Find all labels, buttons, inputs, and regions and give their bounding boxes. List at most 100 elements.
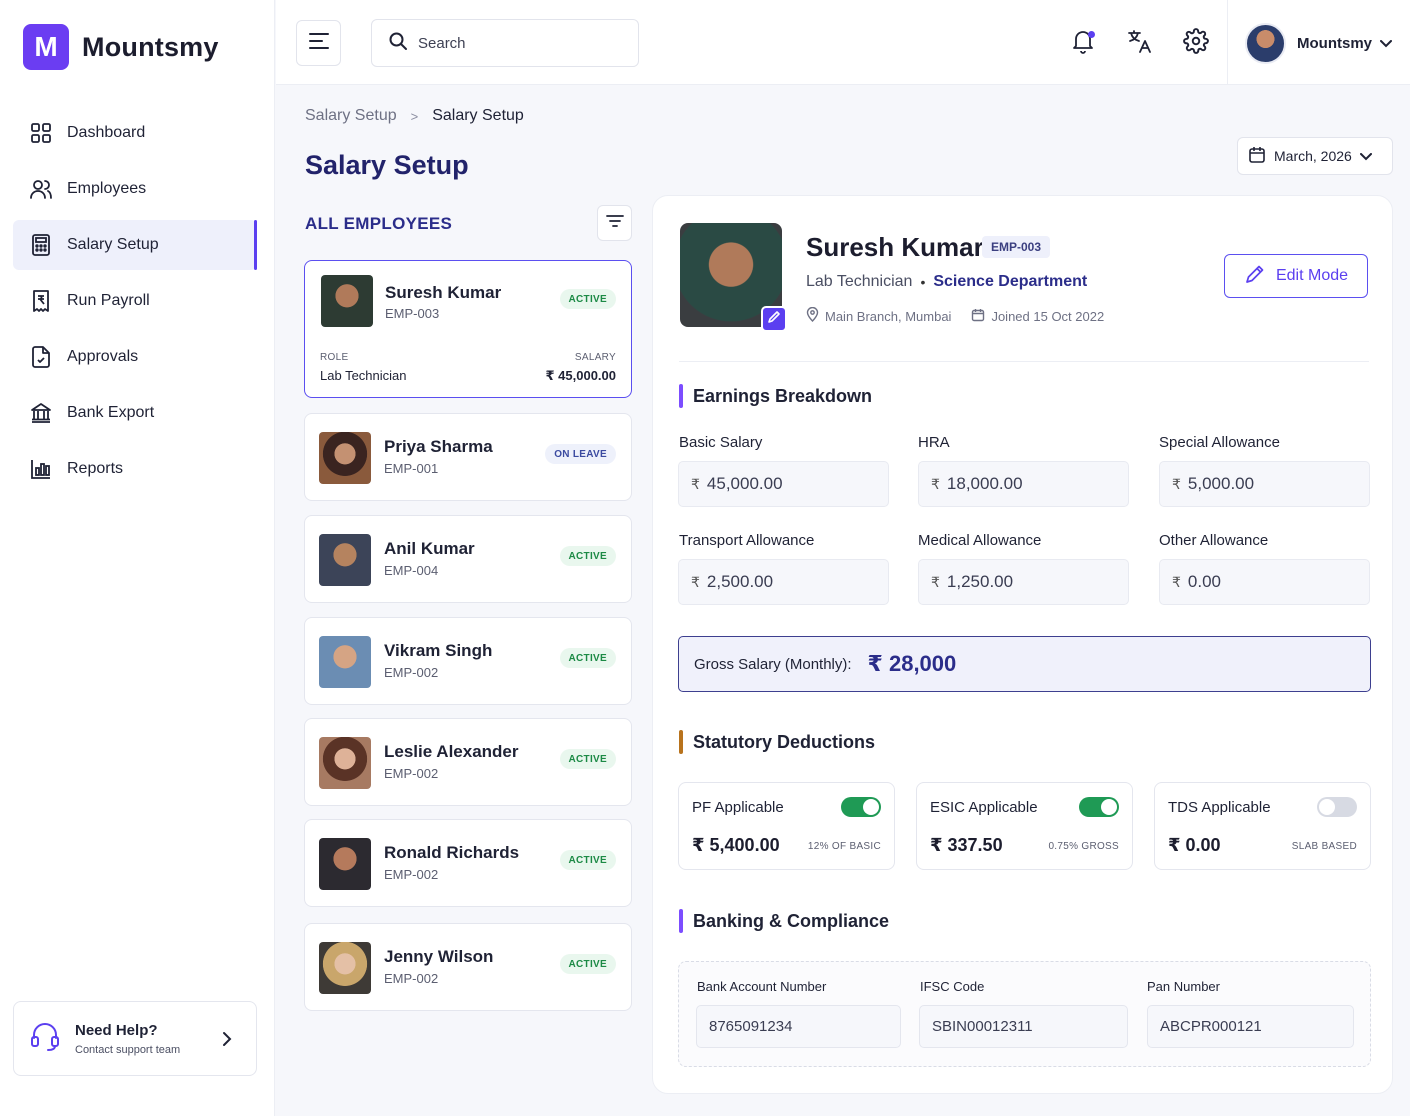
role-separator: • <box>920 274 926 290</box>
transport-allowance-label: Transport Allowance <box>679 532 815 549</box>
settings-button[interactable] <box>1183 27 1209 56</box>
employee-card[interactable]: Jenny Wilson EMP-002 ACTIVE <box>304 923 632 1011</box>
gross-salary-box: Gross Salary (Monthly): ₹ 28,000 <box>678 636 1371 692</box>
breadcrumb-parent[interactable]: Salary Setup <box>305 107 397 125</box>
deductions-section-title: Statutory Deductions <box>679 730 875 754</box>
users-icon <box>29 177 53 201</box>
medical-allowance-label: Medical Allowance <box>918 532 1042 549</box>
pf-toggle[interactable] <box>841 797 881 817</box>
month-picker[interactable]: March, 2026 <box>1237 137 1393 175</box>
help-card[interactable]: Need Help? Contact support team <box>13 1001 257 1076</box>
receipt-icon <box>29 289 53 313</box>
grid-icon <box>29 121 53 145</box>
other-allowance-field[interactable]: ₹0.00 <box>1159 559 1370 605</box>
employee-id: EMP-003 <box>385 306 440 321</box>
ifsc-field[interactable]: SBIN00012311 <box>919 1005 1128 1048</box>
basic-salary-field[interactable]: ₹45,000.00 <box>678 461 889 507</box>
employee-name: Leslie Alexander <box>384 742 519 761</box>
employee-card[interactable]: Leslie Alexander EMP-002 ACTIVE <box>304 718 632 806</box>
employee-card[interactable]: Anil Kumar EMP-004 ACTIVE <box>304 515 632 603</box>
brand[interactable]: M Mountsmy <box>23 24 219 70</box>
sidebar: M Mountsmy Dashboard Employees Salary Se… <box>0 0 275 1116</box>
tds-amount: ₹ 0.00 <box>1168 835 1221 855</box>
pencil-icon <box>767 310 781 329</box>
employee-card-selected[interactable]: Suresh Kumar EMP-003 ACTIVE ROLE Lab Tec… <box>304 260 632 398</box>
bar-chart-icon <box>29 457 53 481</box>
role-label: ROLE <box>320 352 349 363</box>
rupee-symbol: ₹ <box>1172 475 1181 492</box>
gross-salary-value: ₹ 28,000 <box>867 651 957 676</box>
employee-name: Ronald Richards <box>384 843 520 862</box>
search-icon <box>388 31 408 56</box>
sidebar-item-reports[interactable]: Reports <box>13 444 257 494</box>
menu-icon <box>308 32 330 55</box>
detail-emp-id-badge: EMP-003 <box>982 236 1051 258</box>
search-box[interactable] <box>371 19 639 67</box>
esic-amount: ₹ 337.50 <box>930 835 1003 855</box>
other-allowance-value: 0.00 <box>1187 572 1222 591</box>
basic-salary-label: Basic Salary <box>679 434 763 451</box>
medical-allowance-field[interactable]: ₹1,250.00 <box>918 559 1129 605</box>
status-badge: ACTIVE <box>559 546 616 566</box>
tds-card: TDS Applicable ₹ 0.00 SLAB BASED <box>1154 782 1371 870</box>
employee-detail-panel: Suresh Kumar EMP-003 Lab Technician • Sc… <box>652 195 1393 1094</box>
rupee-symbol: ₹ <box>931 475 940 492</box>
employee-card[interactable]: Vikram Singh EMP-002 ACTIVE <box>304 617 632 705</box>
special-allowance-label: Special Allowance <box>1159 434 1280 451</box>
edit-mode-button[interactable]: Edit Mode <box>1224 254 1368 298</box>
transport-allowance-value: 2,500.00 <box>706 572 774 591</box>
top-bar: Mountsmy <box>276 0 1410 85</box>
month-value: March, 2026 <box>1274 148 1352 164</box>
tds-note: SLAB BASED <box>1291 841 1357 852</box>
transport-allowance-field[interactable]: ₹2,500.00 <box>678 559 889 605</box>
employee-photo <box>319 838 371 890</box>
earnings-section-title: Earnings Breakdown <box>679 384 872 408</box>
employee-name: Suresh Kumar <box>385 283 502 302</box>
user-menu[interactable]: Mountsmy <box>1245 23 1392 64</box>
menu-toggle-button[interactable] <box>296 20 341 66</box>
page-title: Salary Setup <box>305 150 469 180</box>
pan-field[interactable]: ABCPR000121 <box>1147 1005 1354 1048</box>
sidebar-item-salary-setup[interactable]: Salary Setup <box>13 220 257 270</box>
sidebar-item-dashboard[interactable]: Dashboard <box>13 108 257 158</box>
esic-toggle[interactable] <box>1079 797 1119 817</box>
pf-label: PF Applicable <box>692 799 784 816</box>
sidebar-item-approvals[interactable]: Approvals <box>13 332 257 382</box>
employee-name: Priya Sharma <box>384 437 493 456</box>
employee-card[interactable]: Ronald Richards EMP-002 ACTIVE <box>304 819 632 907</box>
hra-field[interactable]: ₹18,000.00 <box>918 461 1129 507</box>
sidebar-item-run-payroll[interactable]: Run Payroll <box>13 276 257 326</box>
file-check-icon <box>29 345 53 369</box>
tds-toggle[interactable] <box>1317 797 1357 817</box>
medical-allowance-value: 1,250.00 <box>946 572 1014 591</box>
detail-name: Suresh Kumar <box>806 232 984 262</box>
special-allowance-value: 5,000.00 <box>1187 474 1255 493</box>
sidebar-item-employees[interactable]: Employees <box>13 164 257 214</box>
other-allowance-label: Other Allowance <box>1159 532 1269 549</box>
breadcrumb-separator: > <box>410 108 419 124</box>
translate-button[interactable] <box>1127 29 1153 56</box>
edit-mode-label: Edit Mode <box>1275 267 1349 284</box>
headset-icon <box>29 1020 61 1057</box>
search-input[interactable] <box>418 34 618 52</box>
employee-name: Jenny Wilson <box>384 947 494 966</box>
notifications-button[interactable] <box>1070 30 1096 56</box>
filter-button[interactable] <box>597 205 632 241</box>
sidebar-item-label: Dashboard <box>67 124 146 141</box>
edit-photo-button[interactable] <box>761 306 787 332</box>
sidebar-item-bank-export[interactable]: Bank Export <box>13 388 257 438</box>
chevron-down-icon <box>1359 148 1372 164</box>
status-badge: ACTIVE <box>559 648 616 668</box>
special-allowance-field[interactable]: ₹5,000.00 <box>1159 461 1370 507</box>
brand-name: Mountsmy <box>82 31 219 62</box>
sidebar-item-label: Reports <box>67 460 124 477</box>
calculator-icon <box>29 233 53 257</box>
pencil-icon <box>1244 263 1266 290</box>
bank-account-field[interactable]: 8765091234 <box>696 1005 901 1048</box>
pf-amount: ₹ 5,400.00 <box>692 835 780 855</box>
status-badge: ACTIVE <box>559 954 616 974</box>
employee-photo <box>319 534 371 586</box>
employee-card[interactable]: Priya Sharma EMP-001 ON LEAVE <box>304 413 632 501</box>
user-name: Mountsmy <box>1297 35 1372 52</box>
sidebar-item-label: Salary Setup <box>67 236 159 253</box>
